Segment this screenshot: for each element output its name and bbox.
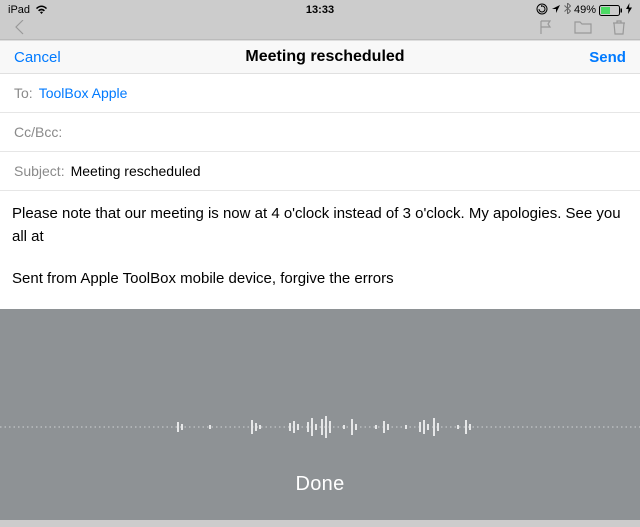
subject-field[interactable]: Subject: Meeting rescheduled [0, 152, 640, 191]
send-button[interactable]: Send [589, 49, 626, 66]
dictation-panel: Done [0, 309, 640, 520]
folder-icon [574, 20, 592, 39]
to-label: To: [14, 85, 33, 101]
message-body[interactable]: Please note that our meeting is now at 4… [0, 191, 640, 309]
to-value[interactable]: ToolBox Apple [39, 85, 128, 101]
status-time: 13:33 [306, 4, 334, 16]
to-field[interactable]: To: ToolBox Apple [0, 74, 640, 113]
subject-label: Subject: [14, 163, 65, 179]
bluetooth-icon [564, 3, 571, 17]
body-text: Please note that our meeting is now at 4… [12, 202, 628, 249]
compose-header: Cancel Meeting rescheduled Send [0, 41, 640, 74]
status-left: iPad [8, 4, 48, 16]
subject-value[interactable]: Meeting rescheduled [71, 163, 201, 179]
flag-icon [538, 19, 554, 40]
status-right: 49% [536, 3, 632, 18]
compose-panel: Cancel Meeting rescheduled Send To: Tool… [0, 40, 640, 309]
background-toolbar [0, 20, 640, 40]
back-icon [14, 19, 25, 40]
ccbcc-field[interactable]: Cc/Bcc: [0, 113, 640, 152]
compose-title: Meeting rescheduled [245, 48, 404, 66]
done-button[interactable]: Done [295, 473, 344, 496]
device-label: iPad [8, 4, 30, 16]
body-signature: Sent from Apple ToolBox mobile device, f… [12, 267, 628, 290]
wifi-icon [35, 5, 48, 15]
charging-icon [626, 3, 632, 17]
dictation-waveform [0, 412, 640, 442]
ccbcc-label: Cc/Bcc: [14, 124, 62, 140]
battery-icon [599, 5, 623, 16]
location-icon [551, 4, 561, 17]
cancel-button[interactable]: Cancel [14, 49, 61, 66]
battery-percentage: 49% [574, 4, 596, 16]
trash-icon [612, 19, 626, 40]
status-bar: iPad 13:33 49% [0, 0, 640, 20]
rotation-lock-icon [536, 3, 548, 18]
